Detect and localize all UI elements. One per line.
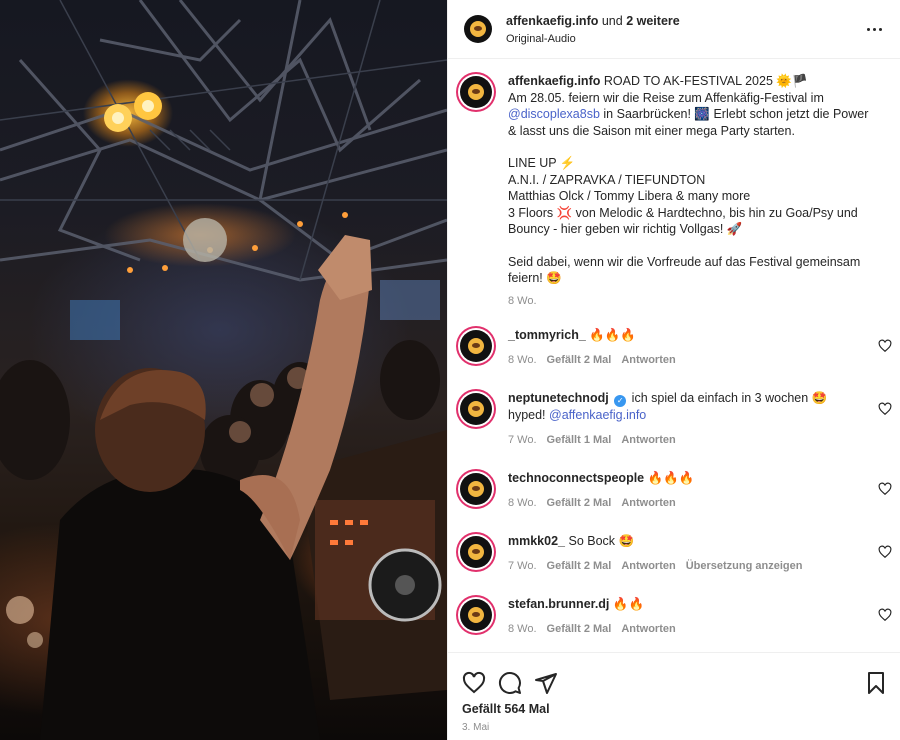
comment-username[interactable]: technoconnectspeople [508, 471, 644, 485]
comment-item: mmkk02_ So Bock 🤩 7 Wo. Gefällt 2 Mal An… [448, 533, 900, 574]
comment-text: 🔥🔥 [612, 597, 645, 611]
caption-line-2: Am 28.05. feiern wir die Reise zum Affen… [508, 90, 824, 105]
comment-avatar[interactable] [460, 536, 492, 568]
post-date[interactable]: 3. Mai [448, 722, 900, 733]
caption-username[interactable]: affenkaefig.info [508, 74, 600, 88]
caption-mention[interactable]: @discoplexa8sb [508, 107, 600, 121]
post-detail-panel: affenkaefig.info und 2 weitere Original-… [447, 0, 900, 740]
audio-label[interactable]: Original-Audio [506, 33, 862, 45]
comment-likes[interactable]: Gefällt 1 Mal [547, 432, 612, 449]
comment-avatar[interactable] [460, 473, 492, 505]
comment-time[interactable]: 8 Wo. [508, 495, 537, 512]
comment-icon[interactable] [498, 671, 522, 695]
author-username[interactable]: affenkaefig.info [506, 14, 598, 28]
coauthors-link[interactable]: 2 weitere [626, 14, 680, 28]
comment-username[interactable]: stefan.brunner.dj [508, 597, 609, 611]
bookmark-icon[interactable] [864, 671, 888, 695]
comment-text: 🔥🔥🔥 [589, 328, 636, 342]
caption-line-1: affenkaefig.info ROAD TO AK-FESTIVAL 202… [508, 73, 878, 90]
comment-mention[interactable]: @affenkaefig.info [549, 408, 646, 422]
heart-icon[interactable] [462, 671, 486, 695]
caption-line-3: @discoplexa8sb in Saarbrücken! 🎆 Erlebt … [508, 106, 878, 139]
comment-time[interactable]: 8 Wo. [508, 621, 537, 638]
comment-item: _tommyrich_ 🔥🔥🔥 8 Wo. Gefällt 2 Mal Antw… [448, 327, 900, 368]
comment-reply-button[interactable]: Antworten [621, 621, 675, 638]
comment-item: technoconnectspeople 🔥🔥🔥 8 Wo. Gefällt 2… [448, 470, 900, 511]
heart-icon[interactable] [878, 402, 892, 416]
caption-floors: 3 Floors 💢 von Melodic & Hardtechno, bis… [508, 205, 858, 237]
caption-lineup-heading: LINE UP ⚡ [508, 156, 576, 170]
heart-icon[interactable] [878, 482, 892, 496]
post-actions: Gefällt 564 Mal 3. Mai [448, 652, 900, 740]
caption-time[interactable]: 8 Wo. [508, 293, 878, 310]
comment-likes[interactable]: Gefällt 2 Mal [547, 495, 612, 512]
comment-avatar[interactable] [460, 393, 492, 425]
comment-avatar[interactable] [460, 330, 492, 362]
comment-username[interactable]: neptunetechnodj [508, 391, 609, 405]
comment-username[interactable]: mmkk02_ [508, 534, 565, 548]
comment-time[interactable]: 7 Wo. [508, 432, 537, 449]
post-media[interactable] [0, 0, 447, 740]
club-scene-illustration [0, 0, 447, 740]
heart-icon[interactable] [878, 608, 892, 622]
heart-icon[interactable] [878, 339, 892, 353]
comment-reply-button[interactable]: Antworten [621, 352, 675, 369]
comment-text: 🔥🔥🔥 [647, 471, 695, 485]
comment-item: stefan.brunner.dj 🔥🔥 8 Wo. Gefällt 2 Mal… [448, 596, 900, 637]
author-line: affenkaefig.info und 2 weitere [506, 14, 862, 28]
caption-avatar[interactable] [460, 76, 492, 108]
send-icon[interactable] [534, 671, 558, 695]
heart-icon[interactable] [878, 545, 892, 559]
caption-lineup-more: Matthias Olck / Tommy Libera & many more [508, 189, 751, 203]
comment-reply-button[interactable]: Antworten [621, 495, 675, 512]
comment-time[interactable]: 8 Wo. [508, 352, 537, 369]
comment-avatar[interactable] [460, 599, 492, 631]
likes-count[interactable]: Gefällt 564 Mal [448, 702, 900, 716]
comment-reply-button[interactable]: Antworten [621, 432, 675, 449]
caption-block: affenkaefig.info ROAD TO AK-FESTIVAL 202… [448, 60, 900, 309]
post-header: affenkaefig.info und 2 weitere Original-… [448, 0, 900, 59]
comment-likes[interactable]: Gefällt 2 Mal [547, 558, 612, 575]
translate-button[interactable]: Übersetzung anzeigen [686, 558, 803, 575]
more-icon[interactable] [862, 19, 886, 39]
coauthors-connector: und [601, 13, 623, 28]
comment-item: neptunetechnodj ✓ ich spiel da einfach i… [448, 390, 900, 448]
caption-lineup-artists: A.N.I. / ZAPRAVKA / TIEFUNDTON [508, 172, 706, 187]
comment-reply-button[interactable]: Antworten [621, 558, 675, 575]
caption-title: ROAD TO AK-FESTIVAL 2025 🌞🏴 [603, 74, 808, 88]
comment-text: So Bock 🤩 [568, 534, 635, 548]
comment-likes[interactable]: Gefällt 2 Mal [547, 621, 612, 638]
caption-closing: Seid dabei, wenn wir die Vorfreude auf d… [508, 254, 861, 286]
comments-scroll[interactable]: affenkaefig.info ROAD TO AK-FESTIVAL 202… [448, 60, 900, 652]
comment-time[interactable]: 7 Wo. [508, 558, 537, 575]
verified-icon: ✓ [614, 395, 627, 407]
comment-username[interactable]: _tommyrich_ [508, 328, 586, 342]
author-avatar[interactable] [464, 15, 492, 43]
comment-likes[interactable]: Gefällt 2 Mal [547, 352, 612, 369]
